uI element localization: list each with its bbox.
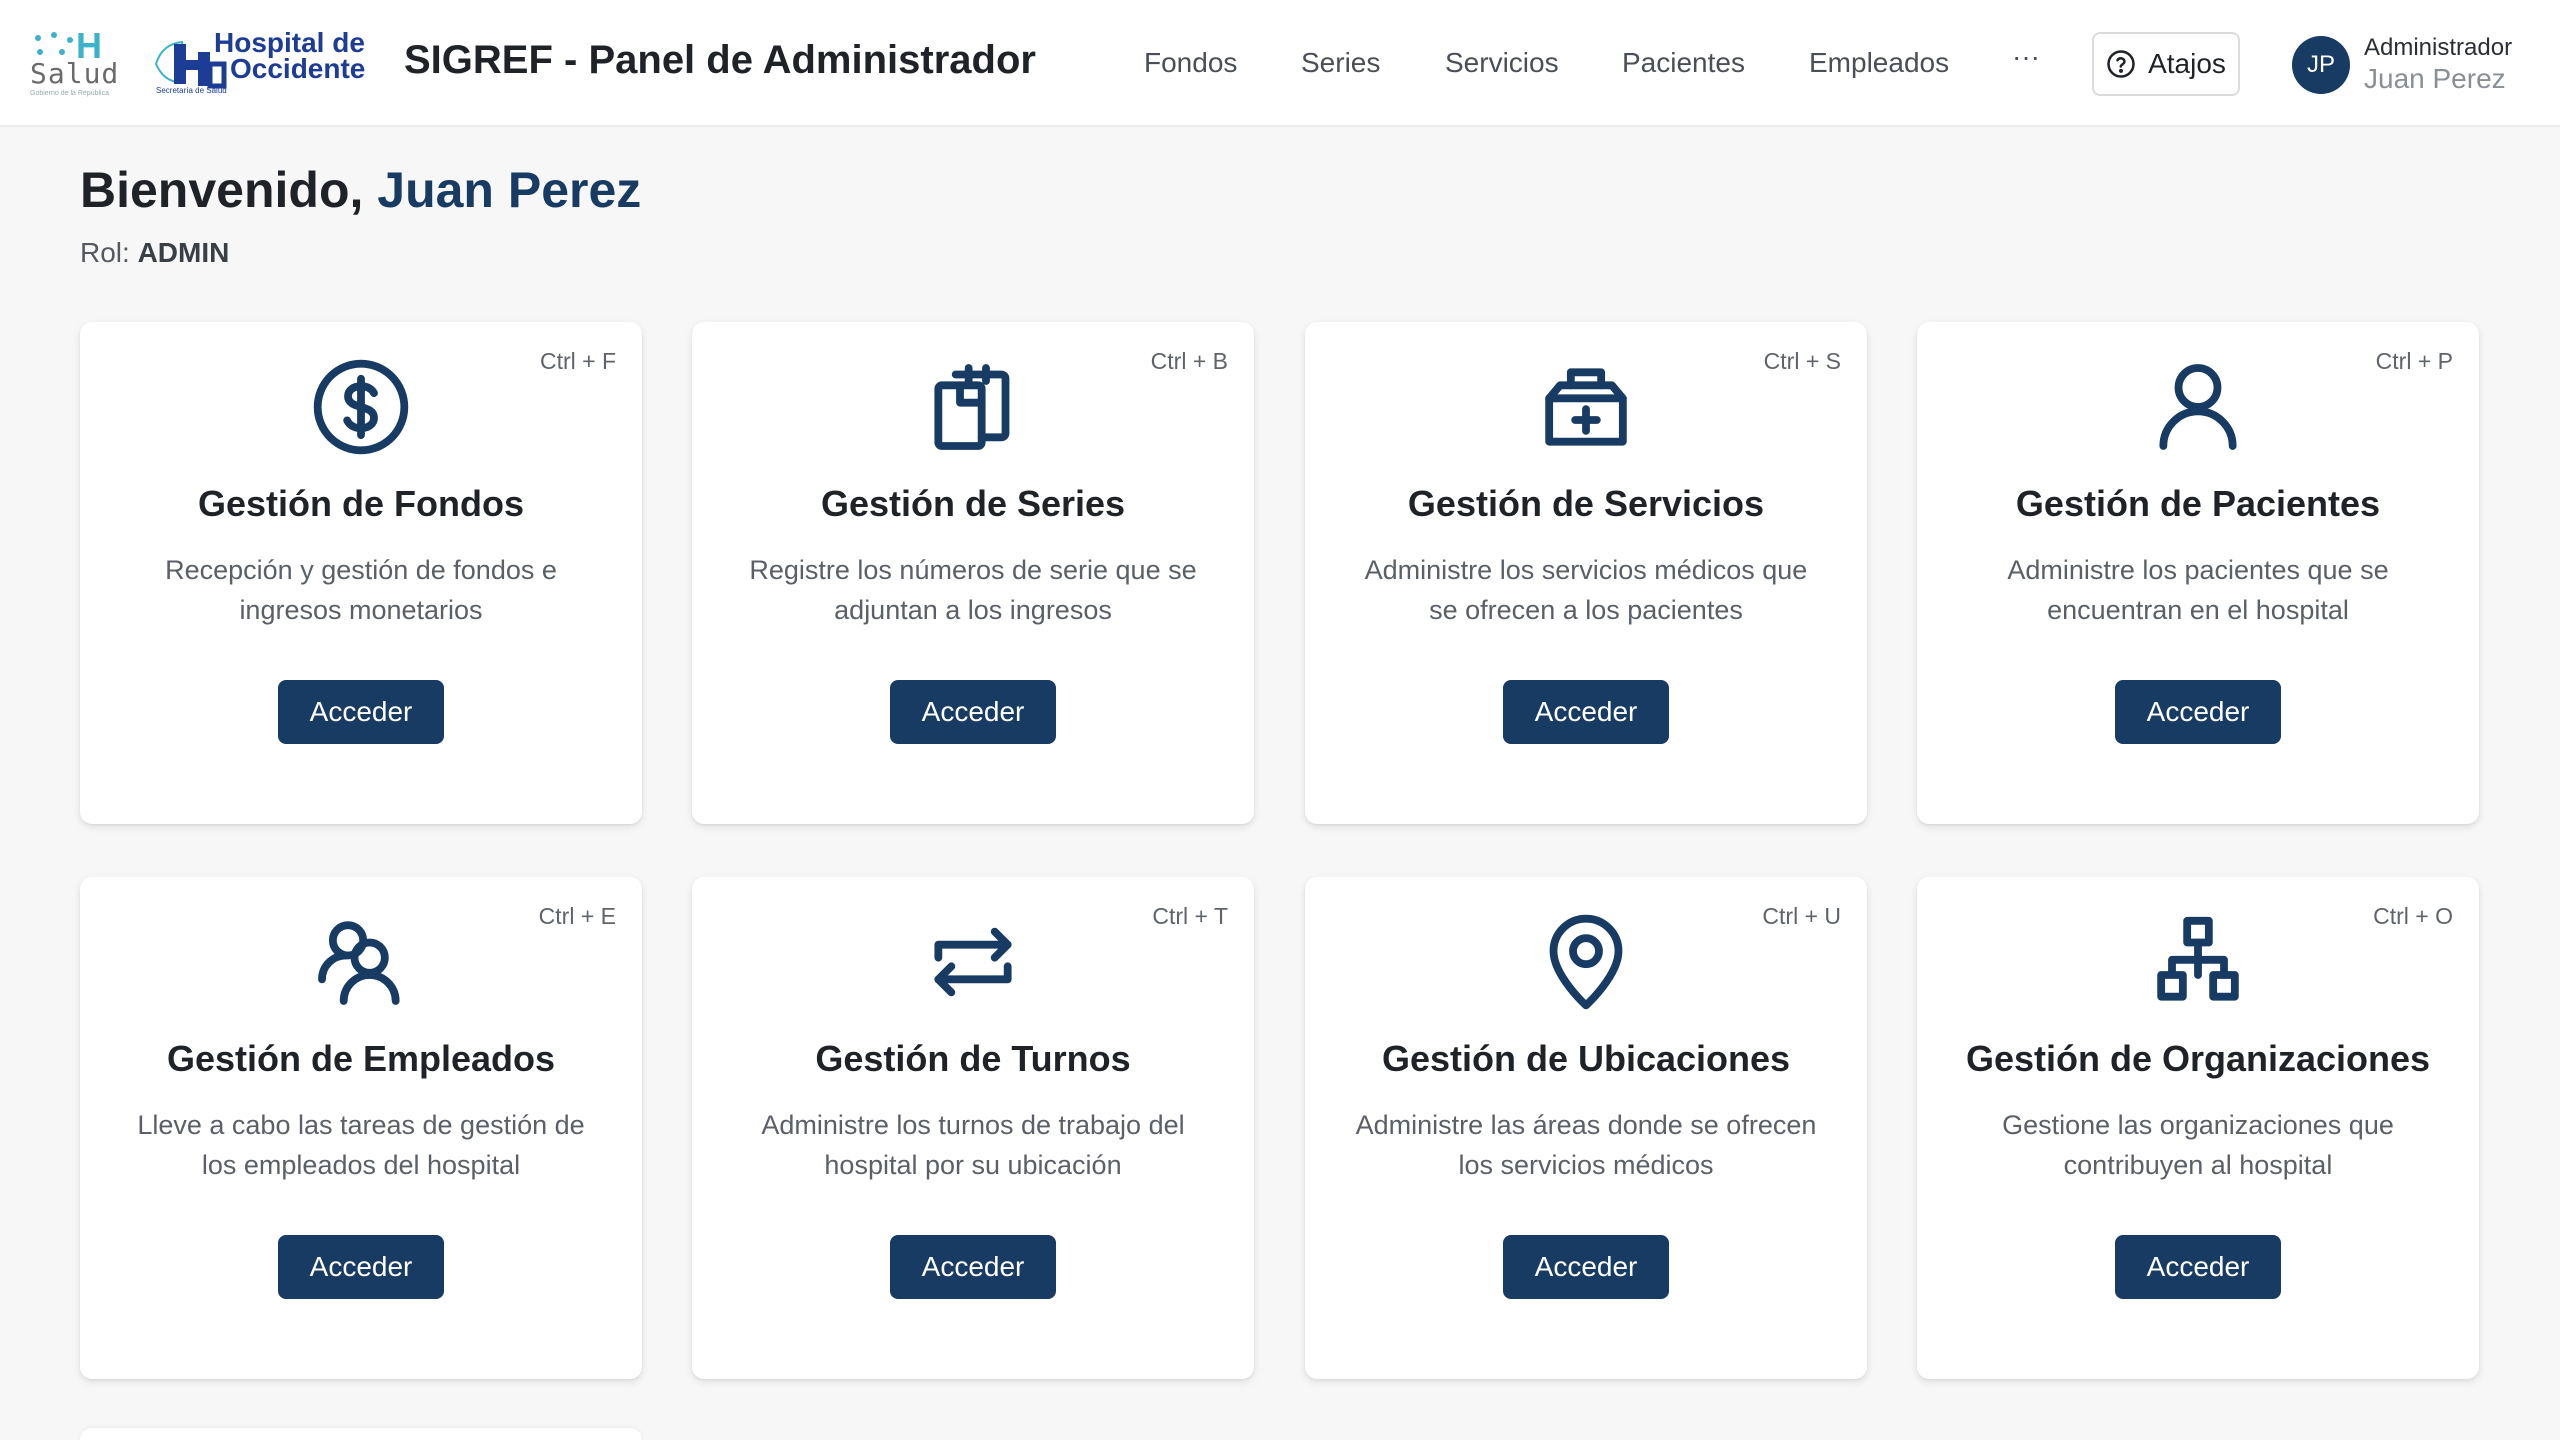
access-button-organizaciones[interactable]: Acceder xyxy=(2115,1235,2281,1299)
card-servicios: Ctrl + S Gestión de Servicios Administre… xyxy=(1305,322,1867,824)
card-shortcut: Ctrl + B xyxy=(1150,348,1228,374)
card-shortcut: Ctrl + E xyxy=(538,903,616,929)
card-title: Gestión de Servicios xyxy=(1407,483,1765,524)
welcome-heading: Bienvenido, Juan Perez xyxy=(80,160,641,220)
access-button-empleados[interactable]: Acceder xyxy=(278,1235,444,1299)
nav-empleados[interactable]: Empleados xyxy=(1809,46,1949,80)
salud-logo-tagline: Gobierno de la República xyxy=(30,90,109,97)
nav-servicios[interactable]: Servicios xyxy=(1445,46,1559,80)
user-name: Juan Perez xyxy=(2364,63,2506,94)
card-title: Gestión de Organizaciones xyxy=(1965,1038,2431,1079)
hospital-logo-line3: Secretaría de Salud xyxy=(156,86,227,95)
access-button-fondos[interactable]: Acceder xyxy=(278,680,444,744)
users-icon xyxy=(306,907,416,1017)
card-ubicaciones: Ctrl + U Gestión de Ubicaciones Administ… xyxy=(1305,877,1867,1379)
top-navbar: H Salud Gobierno de la República Hospita… xyxy=(0,0,2560,127)
shortcuts-label: Atajos xyxy=(2148,48,2226,79)
shortcuts-button[interactable]: Atajos xyxy=(2092,32,2240,96)
access-button-servicios[interactable]: Acceder xyxy=(1503,680,1669,744)
card-organizaciones: Ctrl + O Gestión de Organizaciones Gesti… xyxy=(1917,877,2479,1379)
nav-pacientes[interactable]: Pacientes xyxy=(1622,46,1745,80)
card-empleados: Ctrl + E Gestión de Empleados Lleve a ca… xyxy=(80,877,642,1379)
repeat-icon xyxy=(918,907,1028,1017)
card-shortcut: Ctrl + T xyxy=(1152,903,1228,929)
card-title: Gestión de Turnos xyxy=(815,1038,1131,1079)
card-shortcut: Ctrl + U xyxy=(1762,903,1841,929)
user-role: Administrador xyxy=(2364,34,2513,61)
access-button-series[interactable]: Acceder xyxy=(890,680,1056,744)
card-description: Administre los servicios médicos que se … xyxy=(1364,555,1808,625)
card-shortcut: Ctrl + P xyxy=(2375,348,2453,374)
card-partial-next-row xyxy=(80,1428,642,1440)
hospital-logo-line2: Occidente xyxy=(230,53,366,84)
card-series: Ctrl + B Gestión de Series Registre los … xyxy=(692,322,1254,824)
role-label: Rol: xyxy=(80,237,138,268)
user-icon xyxy=(2143,352,2253,462)
card-shortcut: Ctrl + F xyxy=(539,348,616,374)
card-title: Gestión de Ubicaciones xyxy=(1381,1038,1791,1079)
card-turnos: Ctrl + T Gestión de Turnos Administre lo… xyxy=(692,877,1254,1379)
access-button-ubicaciones[interactable]: Acceder xyxy=(1503,1235,1669,1299)
salud-logo: H Salud Gobierno de la República xyxy=(28,26,124,100)
role-line: Rol: ADMIN xyxy=(80,236,229,270)
card-description: Gestione las organizaciones que contribu… xyxy=(2002,1110,2394,1180)
help-circle-icon xyxy=(2107,50,2135,78)
salud-logo-word: Salud xyxy=(30,57,120,90)
nav-series[interactable]: Series xyxy=(1301,46,1380,80)
avatar[interactable]: JP xyxy=(2292,36,2350,94)
access-button-turnos[interactable]: Acceder xyxy=(890,1235,1056,1299)
card-description: Recepción y gestión de fondos e ingresos… xyxy=(165,555,557,625)
location-pin-icon xyxy=(1531,907,1641,1017)
nav-fondos[interactable]: Fondos xyxy=(1144,46,1237,80)
card-description: Administre las áreas donde se ofrecen lo… xyxy=(1355,1110,1817,1180)
medical-kit-icon xyxy=(1531,352,1641,462)
clipboard-docs-icon xyxy=(918,352,1028,462)
card-pacientes: Ctrl + P Gestión de Pacientes Administre… xyxy=(1917,322,2479,824)
card-description: Administre los pacientes que se encuentr… xyxy=(2007,555,2389,625)
card-shortcut: Ctrl + O xyxy=(2373,903,2453,929)
welcome-user-name: Juan Perez xyxy=(377,162,642,218)
card-title: Gestión de Series xyxy=(820,483,1126,524)
hospital-logo: Hospital de Occidente Secretaría de Salu… xyxy=(150,26,376,100)
card-title: Gestión de Fondos xyxy=(197,483,524,524)
card-description: Administre los turnos de trabajo del hos… xyxy=(761,1110,1185,1180)
org-chart-icon xyxy=(2143,907,2253,1017)
card-title: Gestión de Empleados xyxy=(166,1038,556,1079)
card-title: Gestión de Pacientes xyxy=(2015,483,2381,524)
card-fondos: Ctrl + F Gestión de Fondos Recepción y g… xyxy=(80,322,642,824)
card-description: Registre los números de serie que se adj… xyxy=(749,555,1197,625)
nav-more-button[interactable]: ··· xyxy=(2012,40,2040,74)
app-title: SIGREF - Panel de Administrador xyxy=(404,38,1036,82)
access-button-pacientes[interactable]: Acceder xyxy=(2115,680,2281,744)
card-shortcut: Ctrl + S xyxy=(1763,348,1841,374)
welcome-greeting: Bienvenido, xyxy=(80,162,378,218)
dollar-icon xyxy=(306,352,416,462)
card-description: Lleve a cabo las tareas de gestión de lo… xyxy=(137,1110,585,1180)
role-value: ADMIN xyxy=(137,237,230,268)
